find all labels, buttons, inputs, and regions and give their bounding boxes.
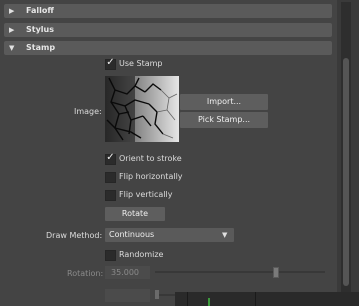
section-header-stamp[interactable]: ▼ Stamp (4, 41, 332, 55)
pick-stamp-button[interactable]: Pick Stamp... (180, 112, 268, 128)
rotation-slider-track[interactable] (155, 271, 325, 273)
triangle-right-icon: ▶ (9, 7, 15, 15)
triangle-right-icon: ▶ (9, 26, 15, 34)
chevron-down-icon: ▼ (222, 231, 228, 239)
rotation-label: Rotation: (67, 269, 104, 278)
draw-method-value: Continuous (109, 230, 155, 239)
stamp-image-preview (105, 76, 179, 142)
use-stamp-checkbox[interactable]: ✓ (105, 57, 116, 70)
randomize-checkbox[interactable] (105, 250, 116, 261)
scrollbar-thumb[interactable] (343, 58, 349, 286)
section-header-stylus[interactable]: ▶ Stylus (4, 23, 332, 37)
import-button[interactable]: Import... (180, 94, 268, 110)
rotation-value: 35.000 (111, 268, 139, 277)
draw-method-label: Draw Method: (46, 231, 103, 240)
rotate-button[interactable]: Rotate (105, 207, 165, 221)
section-label-stamp: Stamp (26, 43, 56, 52)
section-label-stylus: Stylus (26, 25, 54, 34)
image-label: Image: (74, 107, 102, 116)
section-header-falloff[interactable]: ▶ Falloff (4, 4, 332, 18)
orient-to-stroke-checkbox[interactable]: ✓ (105, 152, 116, 165)
stamp-texture-image (105, 76, 179, 142)
grid-line (255, 292, 256, 306)
flip-horizontally-checkbox[interactable] (105, 172, 116, 183)
triangle-down-icon: ▼ (9, 44, 15, 52)
grid-line (187, 292, 188, 306)
axis-line (208, 298, 210, 306)
section-label-falloff: Falloff (26, 6, 54, 15)
rotation-slider-handle[interactable] (273, 267, 280, 278)
checkmark-icon: ✓ (106, 57, 115, 68)
viewport-strip (175, 292, 359, 306)
flip-vertically-checkbox[interactable] (105, 190, 116, 201)
use-stamp-label: Use Stamp (119, 59, 163, 68)
checkmark-icon: ✓ (106, 152, 115, 163)
rotation-value-field[interactable]: 35.000 (105, 266, 150, 279)
orient-to-stroke-label: Orient to stroke (119, 154, 182, 163)
flip-horizontally-label: Flip horizontally (119, 172, 183, 181)
partial-value-field (105, 289, 150, 302)
randomize-label: Randomize (119, 250, 164, 259)
partial-slider-handle (155, 290, 159, 299)
draw-method-dropdown[interactable]: Continuous ▼ (105, 228, 234, 242)
flip-vertically-label: Flip vertically (119, 190, 173, 199)
